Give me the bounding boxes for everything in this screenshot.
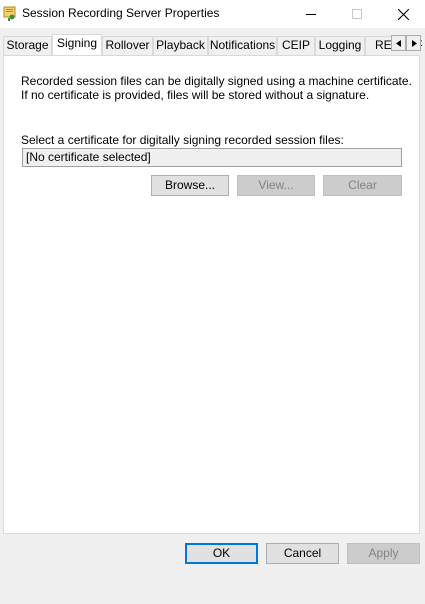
description-line-2: If no certificate is provided, files wil… — [21, 88, 370, 102]
tab-signing[interactable]: Signing — [52, 34, 102, 55]
browse-button[interactable]: Browse... — [151, 175, 229, 196]
apply-button: Apply — [347, 543, 420, 564]
minimize-icon — [306, 14, 316, 15]
description-line-1: Recorded session files can be digitally … — [21, 74, 412, 88]
close-icon — [397, 8, 409, 20]
tab-playback[interactable]: Playback — [153, 36, 208, 55]
maximize-button — [334, 0, 380, 28]
minimize-button[interactable] — [288, 0, 334, 28]
tab-ceip[interactable]: CEIP — [277, 36, 315, 55]
tab-scroll-right-button[interactable] — [406, 35, 421, 51]
tab-notifications[interactable]: Notifications — [208, 36, 277, 55]
tab-strip: Storage Signing Rollover Playback Notifi… — [3, 34, 422, 55]
clear-button: Clear — [323, 175, 402, 196]
tab-logging[interactable]: Logging — [315, 36, 365, 55]
window-title: Session Recording Server Properties — [22, 6, 220, 20]
maximize-icon — [352, 9, 362, 19]
close-button[interactable] — [380, 0, 425, 28]
certificate-select-label: Select a certificate for digitally signi… — [21, 133, 344, 147]
title-bar: Session Recording Server Properties — [0, 0, 425, 28]
tab-scroll-left-button[interactable] — [391, 35, 406, 51]
view-button: View... — [237, 175, 315, 196]
cancel-button[interactable]: Cancel — [266, 543, 339, 564]
app-icon — [3, 6, 16, 21]
tab-rollover[interactable]: Rollover — [102, 36, 153, 55]
triangle-right-icon — [411, 39, 417, 47]
signing-description: Recorded session files can be digitally … — [21, 74, 412, 102]
signing-panel: Recorded session files can be digitally … — [3, 55, 420, 534]
triangle-left-icon — [395, 39, 401, 47]
tab-storage[interactable]: Storage — [3, 36, 52, 55]
certificate-field: [No certificate selected] — [22, 148, 402, 167]
ok-button[interactable]: OK — [185, 543, 258, 564]
